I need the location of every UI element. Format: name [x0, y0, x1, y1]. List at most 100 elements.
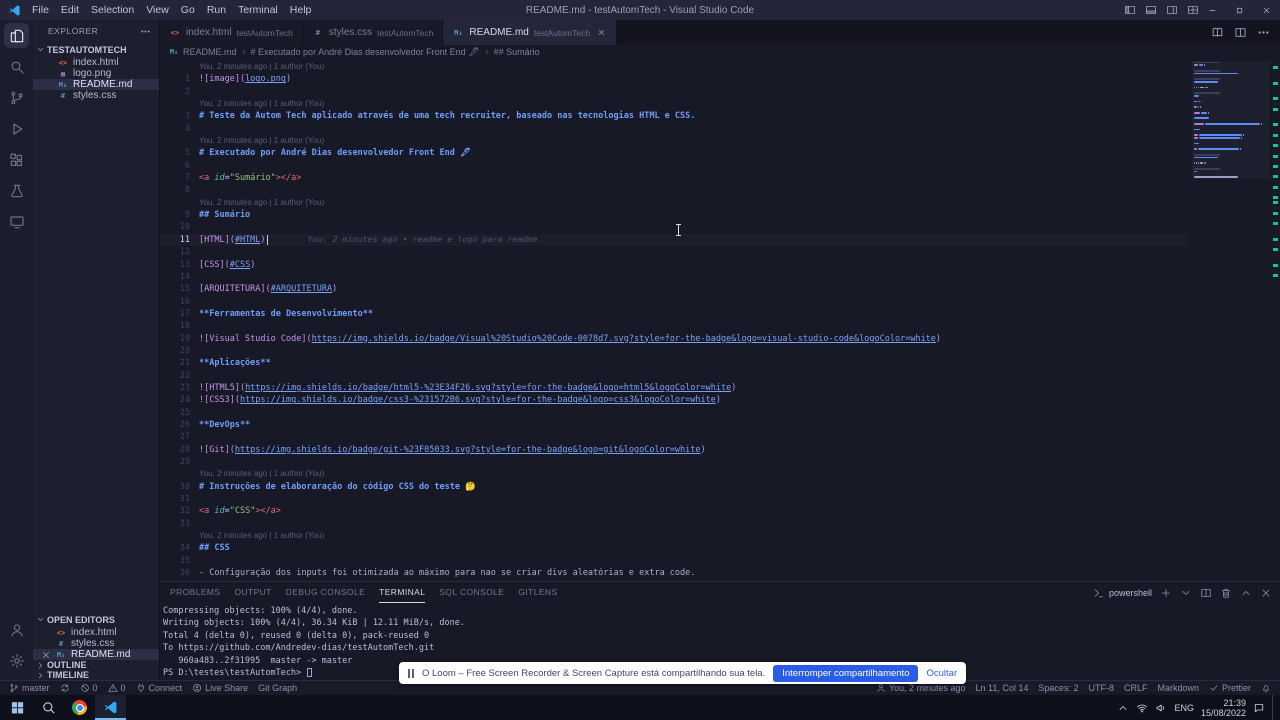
editor[interactable]: You, 2 minutes ago | 1 author (You) 1 ![im… [160, 59, 1280, 581]
status-live-share[interactable]: Live Share [187, 681, 253, 695]
open-editor-index.html[interactable]: <> index.html [33, 627, 159, 638]
code-line-5[interactable]: 5 # Executado por André Dias desenvolvedo… [160, 147, 1188, 159]
start-button[interactable] [2, 695, 33, 720]
close-tab-icon[interactable] [597, 28, 607, 38]
status-errors[interactable]: 0 [75, 681, 103, 695]
tab-README.md[interactable]: M↓ README.md testAutomTech [443, 20, 618, 45]
code-line-4[interactable]: 4 [160, 123, 1188, 135]
network-icon[interactable] [1136, 702, 1148, 714]
codelens-row[interactable]: You, 2 minutes ago | 1 author (You) [160, 468, 1188, 480]
split-editor-icon[interactable] [1234, 26, 1247, 39]
code-line-26[interactable]: 26 **DevOps** [160, 419, 1188, 431]
codelens-row[interactable]: You, 2 minutes ago | 1 author (You) [160, 135, 1188, 147]
language-indicator[interactable]: ENG [1174, 703, 1194, 713]
chrome-app[interactable] [64, 695, 95, 720]
open-preview-icon[interactable] [1211, 26, 1224, 39]
layout-secondary-sidebar-toggle[interactable] [1166, 4, 1178, 16]
codelens-row[interactable]: You, 2 minutes ago | 1 author (You) [160, 197, 1188, 209]
minimap[interactable] [1192, 61, 1270, 179]
new-terminal-icon[interactable] [1160, 587, 1172, 599]
code-line-22[interactable]: 22 [160, 370, 1188, 382]
status-encoding[interactable]: UTF-8 [1083, 681, 1119, 695]
maximize-panel-icon[interactable] [1240, 587, 1252, 599]
menu-go[interactable]: Go [175, 0, 201, 20]
status-git-graph[interactable]: Git Graph [253, 681, 302, 695]
folder-root[interactable]: TESTAUTOMTECH [33, 42, 159, 57]
code-line-24[interactable]: 24 ![CSS3](https://img.shields.io/badge/c… [160, 394, 1188, 406]
panel-tab-gitlens[interactable]: GITLENS [518, 582, 557, 603]
code-line-9[interactable]: 9 ## Sumário [160, 209, 1188, 221]
pause-icon[interactable] [408, 668, 414, 678]
testing-icon[interactable] [0, 175, 33, 206]
section-timeline[interactable]: TIMELINE [33, 670, 159, 680]
menu-file[interactable]: File [26, 0, 55, 20]
terminal-dropdown-icon[interactable] [1180, 587, 1192, 599]
open-editors-header[interactable]: OPEN EDITORS [33, 612, 159, 627]
code-line-13[interactable]: 13 [CSS](#CSS) [160, 259, 1188, 271]
codelens-row[interactable]: You, 2 minutes ago | 1 author (You) [160, 98, 1188, 110]
code-line-35[interactable]: 35 [160, 555, 1188, 567]
codelens-row[interactable]: You, 2 minutes ago | 1 author (You) [160, 530, 1188, 542]
minimize-button[interactable] [1199, 0, 1226, 20]
code-line-16[interactable]: 16 [160, 296, 1188, 308]
file-README.md[interactable]: M↓ README.md [33, 79, 159, 90]
code-line-28[interactable]: 28 ![Git](https://img.shields.io/badge/gi… [160, 444, 1188, 456]
status-notifications[interactable] [1256, 681, 1276, 695]
code-line-14[interactable]: 14 [160, 271, 1188, 283]
run-debug-icon[interactable] [0, 113, 33, 144]
code-line-31[interactable]: 31 [160, 493, 1188, 505]
tab-index.html[interactable]: <> index.html testAutomTech [160, 20, 303, 45]
file-logo.png[interactable]: ▦ logo.png [33, 68, 159, 79]
menu-edit[interactable]: Edit [55, 0, 85, 20]
shell-name[interactable]: powershell [1109, 588, 1152, 598]
code-line-23[interactable]: 23 ![HTML5](https://img.shields.io/badge/… [160, 382, 1188, 394]
settings-icon[interactable] [0, 645, 33, 676]
file-index.html[interactable]: <> index.html [33, 57, 159, 68]
close-editor-icon[interactable] [41, 639, 51, 649]
menu-view[interactable]: View [140, 0, 175, 20]
search-icon[interactable] [0, 51, 33, 82]
panel-tab-output[interactable]: OUTPUT [234, 582, 271, 603]
source-control-icon[interactable] [0, 82, 33, 113]
status-language-mode[interactable]: Markdown [1152, 681, 1204, 695]
code-line-33[interactable]: 33 [160, 518, 1188, 530]
code-line-18[interactable]: 18 [160, 320, 1188, 332]
status-warnings[interactable]: 0 [103, 681, 131, 695]
code-line-29[interactable]: 29 [160, 456, 1188, 468]
code-line-25[interactable]: 25 [160, 407, 1188, 419]
breadcrumb-item[interactable]: # Executado por André Dias desenvolvedor… [251, 47, 480, 58]
breadcrumb-item[interactable]: README.md [183, 47, 237, 57]
panel-tab-debug-console[interactable]: DEBUG CONSOLE [286, 582, 365, 603]
explorer-more-actions-icon[interactable] [140, 26, 151, 37]
stop-sharing-button[interactable]: Interromper compartilhamento [773, 664, 919, 682]
more-actions-icon[interactable] [1257, 26, 1270, 39]
hidden-icons-chevron[interactable] [1117, 702, 1129, 714]
code-line-8[interactable]: 8 [160, 184, 1188, 196]
code-line-1[interactable]: 1 ![image](logo.png) [160, 73, 1188, 85]
code-line-7[interactable]: 7 <a id="Sumário"></a> [160, 172, 1188, 184]
status-sync[interactable] [55, 681, 75, 695]
action-center-icon[interactable] [1253, 702, 1265, 714]
code-line-36[interactable]: 36 - Configuração dos inputs foi otimizad… [160, 567, 1188, 579]
code-line-34[interactable]: 34 ## CSS [160, 542, 1188, 554]
panel-tab-problems[interactable]: PROBLEMS [170, 582, 220, 603]
code-line-20[interactable]: 20 [160, 345, 1188, 357]
remote-explorer-icon[interactable] [0, 206, 33, 237]
status-connect[interactable]: Connect [131, 681, 188, 695]
split-terminal-icon[interactable] [1200, 587, 1212, 599]
search-button[interactable] [33, 695, 64, 720]
code-line-11[interactable]: 11 [HTML](#HTML) You, 2 minutes ago • read… [160, 234, 1188, 246]
menu-run[interactable]: Run [201, 0, 232, 20]
open-editor-styles.css[interactable]: # styles.css [33, 638, 159, 649]
kill-terminal-icon[interactable] [1220, 587, 1232, 599]
status-branch[interactable]: master [4, 681, 55, 695]
code-line-30[interactable]: 30 # Instruções de elaboraração do código… [160, 481, 1188, 493]
maximize-button[interactable] [1226, 0, 1253, 20]
code-line-6[interactable]: 6 [160, 160, 1188, 172]
status-cursor-position[interactable]: Ln 11, Col 14 [971, 681, 1034, 695]
accounts-icon[interactable] [0, 614, 33, 645]
explorer-icon[interactable] [4, 23, 29, 48]
volume-icon[interactable] [1155, 702, 1167, 714]
layout-customize[interactable] [1187, 4, 1199, 16]
panel-tab-sql-console[interactable]: SQL CONSOLE [439, 582, 504, 603]
